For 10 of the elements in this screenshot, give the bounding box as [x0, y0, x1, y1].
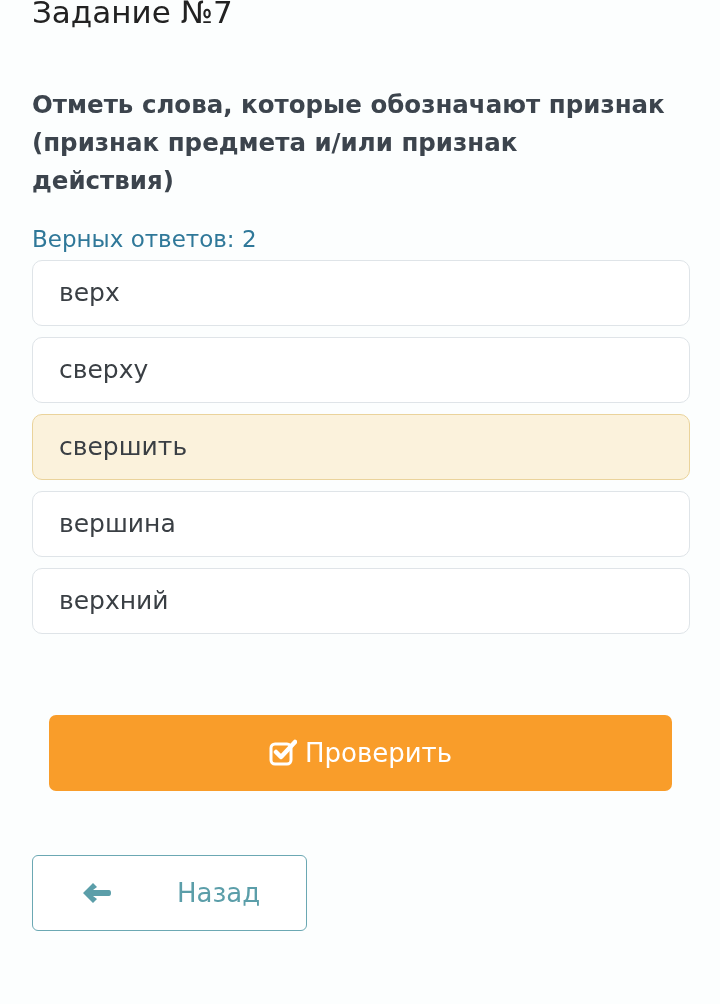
correct-answers-count: Верных ответов: 2 — [32, 225, 258, 254]
checkbox-tick-icon — [268, 739, 297, 767]
answer-option[interactable]: свершить — [32, 414, 690, 480]
answer-option[interactable]: сверху — [32, 337, 690, 403]
arrow-left-icon — [81, 881, 111, 905]
task-title: Задание №7 — [32, 0, 234, 28]
question-text: Отметь слова, которые обозначают признак (признак предмета и/или признак действия) — [32, 89, 666, 197]
answer-option[interactable]: вершина — [32, 491, 690, 557]
answer-option[interactable]: верхний — [32, 568, 690, 634]
answer-option[interactable]: верх — [32, 260, 690, 326]
